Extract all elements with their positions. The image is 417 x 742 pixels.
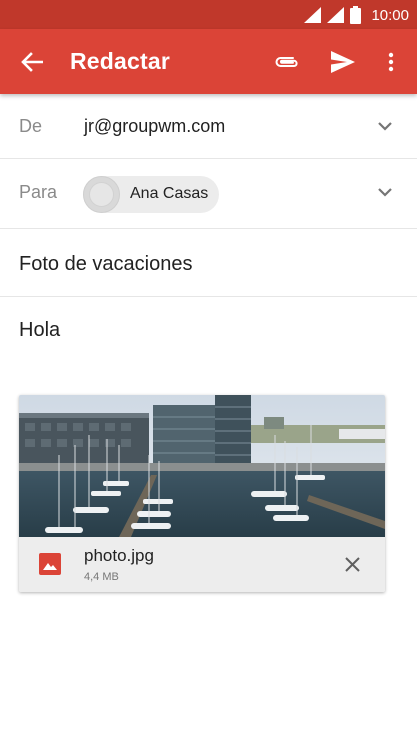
close-icon: [344, 556, 360, 572]
cell-signal-icon: [327, 7, 345, 23]
more-vert-icon: [388, 52, 394, 72]
from-expand-button[interactable]: [373, 114, 397, 138]
recipient-chip[interactable]: Ana Casas: [83, 176, 219, 213]
body-field[interactable]: Hola: [19, 319, 60, 342]
status-icons: 10:00: [304, 4, 409, 26]
arrow-back-icon: [21, 52, 43, 72]
from-account-value[interactable]: jr@groupwm.com: [84, 116, 225, 137]
paperclip-icon: [275, 57, 298, 67]
send-icon: [331, 51, 355, 73]
attach-button[interactable]: [270, 49, 304, 75]
remove-attachment-button[interactable]: [339, 551, 365, 577]
wifi-signal-icon: [304, 7, 322, 23]
attachment-file-size: 4,4 MB: [84, 571, 119, 583]
from-label: De: [19, 116, 43, 136]
chevron-down-icon: [378, 187, 392, 197]
subject-row: Foto de vacaciones: [0, 229, 417, 297]
attachment-footer: photo.jpg 4,4 MB: [19, 537, 385, 592]
battery-icon: [350, 6, 362, 24]
to-row: Para Ana Casas: [0, 159, 417, 229]
to-label: Para: [19, 182, 58, 202]
status-time: 10:00: [371, 6, 409, 24]
send-button[interactable]: [327, 47, 359, 77]
image-icon: [39, 553, 61, 575]
from-row: De jr@groupwm.com: [0, 94, 417, 159]
attachment-card[interactable]: photo.jpg 4,4 MB: [19, 395, 385, 592]
attachment-preview-image: [19, 395, 385, 537]
more-options-button[interactable]: [380, 47, 402, 77]
recipient-name: Ana Casas: [130, 185, 209, 202]
avatar: [83, 176, 120, 213]
app-bar: Redactar: [0, 29, 417, 94]
page-title: Redactar: [70, 48, 171, 74]
status-bar: 10:00: [0, 0, 417, 29]
chevron-down-icon: [378, 121, 392, 131]
to-expand-button[interactable]: [373, 180, 397, 204]
subject-field[interactable]: Foto de vacaciones: [19, 253, 192, 276]
attachment-file-name: photo.jpg: [84, 546, 154, 565]
back-button[interactable]: [14, 47, 50, 77]
